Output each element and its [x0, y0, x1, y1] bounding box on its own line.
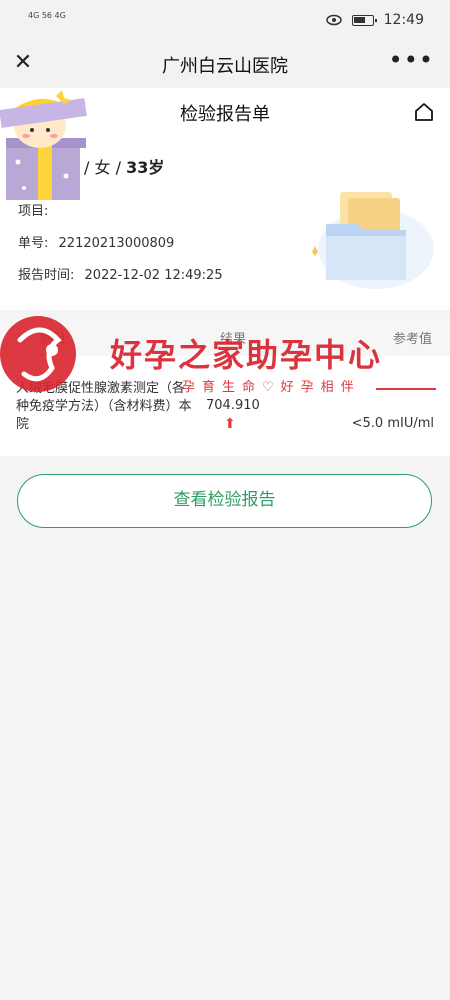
patient-info: / 女 / 33岁: [84, 154, 164, 178]
page-title: 广州白云山医院: [162, 56, 288, 77]
more-icon[interactable]: •••: [389, 48, 434, 72]
number-value: 22120213000809: [58, 236, 175, 251]
eye-icon: [325, 14, 342, 26]
view-report-button[interactable]: 查看检验报告: [17, 474, 432, 528]
item-label: 项目:: [18, 204, 49, 219]
table-row: 人绒毛膜促性腺激素测定（各种免疫学方法）（含材料费）本院 704.910 ⬆ <…: [0, 356, 450, 456]
header-item: 项目: [40, 332, 67, 347]
patient-age: 33岁: [126, 158, 165, 177]
table-header: 项目 结果 参考值: [0, 318, 450, 356]
row-reference: <5.0 mIU/ml: [351, 416, 434, 431]
status-icons: 12:49: [325, 12, 424, 28]
time-value: 2022-12-02 12:49:25: [84, 268, 223, 283]
status-bar: 4G 56 4G 12:49: [0, 0, 450, 42]
time-label: 报告时间:: [18, 268, 75, 283]
time-row: 报告时间: 2022-12-02 12:49:25: [18, 264, 223, 283]
row-item-name: 人绒毛膜促性腺激素测定（各种免疫学方法）（含材料费）本院: [16, 381, 192, 432]
clock: 12:49: [383, 12, 424, 28]
mascot-gift-illustration: [0, 90, 87, 200]
header-reference: 参考值: [392, 332, 432, 347]
number-row: 单号: 22120213000809: [18, 232, 174, 251]
up-arrow-icon: ⬆: [224, 416, 236, 432]
home-icon[interactable]: [414, 102, 434, 122]
network-indicator: 4G 56 4G: [28, 11, 66, 20]
header-result: 结果: [220, 332, 247, 347]
folder-illustration: [312, 192, 434, 289]
row-result: 704.910: [206, 398, 260, 413]
item-row: 项目:: [18, 200, 54, 219]
number-label: 单号:: [18, 236, 49, 251]
nav-bar: ✕ 广州白云山医院 •••: [0, 42, 450, 88]
battery-icon: [351, 14, 377, 26]
